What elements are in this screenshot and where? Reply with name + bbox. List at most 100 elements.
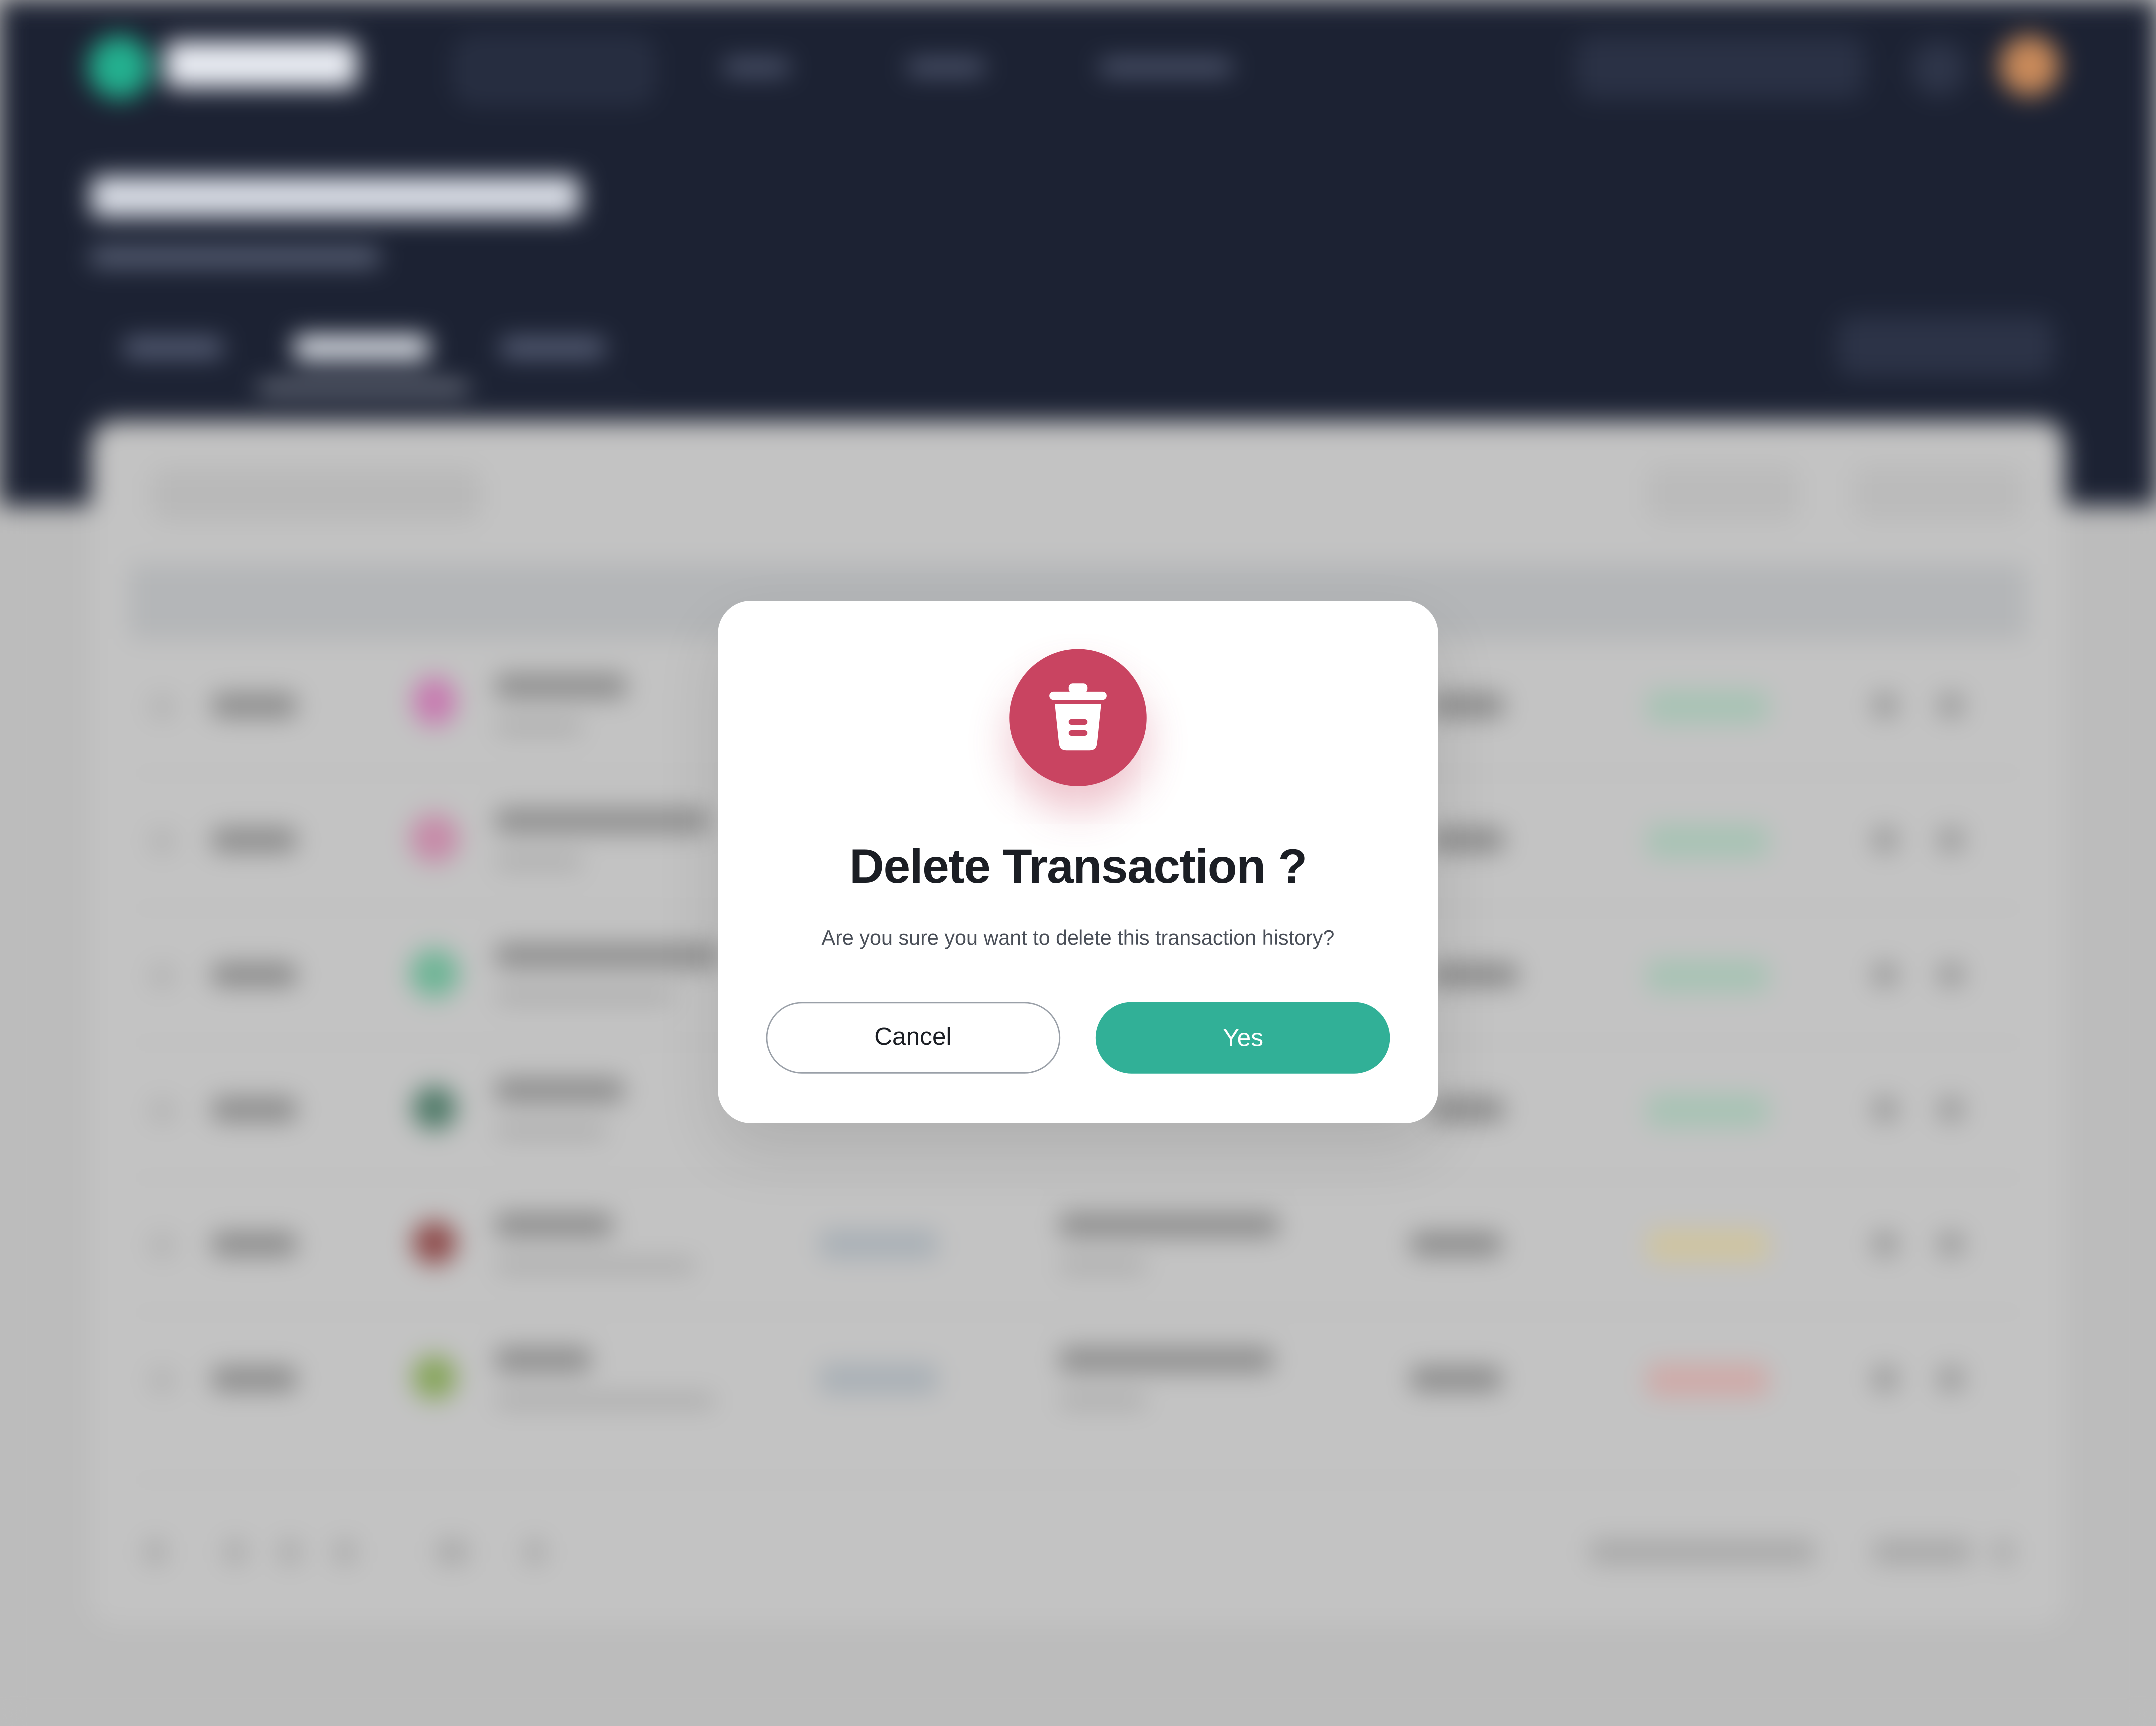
row-checkbox[interactable]: [148, 1366, 176, 1394]
row-checkbox[interactable]: [148, 962, 176, 990]
edit-icon[interactable]: [1873, 693, 1898, 718]
edit-icon[interactable]: [1873, 1366, 1898, 1392]
status-badge: [1647, 960, 1769, 993]
table-cell: [212, 693, 297, 718]
trash-icon: [1049, 683, 1107, 751]
merchant-logo: [412, 1086, 457, 1130]
filter-button[interactable]: [1647, 465, 1799, 522]
delete-icon[interactable]: [1938, 1232, 1964, 1257]
row-divider: [129, 1479, 2027, 1481]
row-checkbox[interactable]: [148, 827, 176, 855]
page-title: [90, 176, 580, 218]
edit-icon[interactable]: [1873, 827, 1898, 853]
table-cell: [495, 943, 721, 968]
table-cell: [1430, 1097, 1505, 1122]
tab-active[interactable]: [294, 335, 429, 360]
row-checkbox[interactable]: [148, 1232, 176, 1259]
table-cell: [1410, 1232, 1502, 1257]
merchant-logo: [412, 1221, 457, 1265]
delete-icon[interactable]: [1938, 827, 1964, 853]
table-cell: [495, 673, 627, 699]
table-cell: [1059, 1347, 1274, 1372]
table-cell: [1430, 827, 1505, 853]
edit-icon[interactable]: [1873, 1232, 1898, 1257]
status-badge: [1647, 825, 1769, 858]
delete-icon[interactable]: [1938, 693, 1964, 718]
tab[interactable]: [123, 338, 223, 358]
pagination-prev[interactable]: [146, 1539, 165, 1565]
chevron-down-icon[interactable]: [1993, 1539, 2013, 1565]
merchant-logo: [410, 949, 460, 998]
dialog-message: Are you sure you want to delete this tra…: [821, 926, 1335, 950]
row-divider: [129, 1177, 2027, 1179]
table-cell: [1410, 1366, 1502, 1392]
delete-icon[interactable]: [1938, 962, 1964, 987]
table-cell: [495, 1394, 715, 1408]
row-checkbox[interactable]: [148, 693, 176, 721]
table-cell: [495, 1124, 608, 1139]
table-cell: [212, 827, 297, 853]
merchant-logo: [412, 1355, 457, 1400]
breadcrumb: [90, 247, 380, 267]
table-cell: [212, 1366, 297, 1392]
table-cell: [495, 989, 674, 1004]
pagination-page[interactable]: [225, 1539, 245, 1565]
pagination-page[interactable]: [335, 1539, 355, 1565]
tabs-divider: [88, 393, 638, 395]
table-cell: [495, 1259, 696, 1273]
table-cell: [495, 1077, 624, 1103]
table-cell: [495, 855, 583, 869]
nav-item[interactable]: [907, 60, 985, 74]
table-cell: [212, 1232, 297, 1257]
table-cell: [1430, 962, 1518, 987]
table-cell: [495, 1212, 613, 1237]
rows-per-page-select[interactable]: [1873, 1539, 1972, 1565]
table-cell: [212, 962, 297, 987]
tab-indicator: [258, 385, 468, 391]
user-avatar[interactable]: [1999, 35, 2060, 96]
notification-bell-icon[interactable]: [1911, 41, 1966, 96]
table-cell: [1059, 1394, 1147, 1408]
pagination-next[interactable]: [525, 1539, 545, 1565]
status-badge: [1647, 1229, 1769, 1262]
table-cell: [1059, 1259, 1147, 1273]
nav-item[interactable]: [1100, 60, 1232, 74]
table-cell: [212, 1097, 297, 1122]
table-cell: [1059, 1212, 1279, 1237]
pagination-summary: [1589, 1539, 1815, 1565]
export-button[interactable]: [1853, 465, 2024, 522]
dialog-title: Delete Transaction ?: [849, 840, 1307, 894]
category-badge: [819, 1364, 938, 1394]
delete-icon[interactable]: [1938, 1366, 1964, 1392]
row-checkbox[interactable]: [148, 1097, 176, 1125]
row-divider: [129, 1311, 2027, 1313]
delete-transaction-dialog: Delete Transaction ? Are you sure you wa…: [718, 600, 1438, 1123]
tab[interactable]: [500, 338, 605, 358]
nav-item[interactable]: [723, 60, 790, 74]
table-cell: [495, 1347, 591, 1372]
delete-icon[interactable]: [1938, 1097, 1964, 1122]
screen: Delete Transaction ? Are you sure you wa…: [0, 0, 2156, 1726]
pagination-page[interactable]: [280, 1539, 300, 1565]
table-search-input[interactable]: [151, 467, 482, 522]
merchant-logo: [412, 676, 457, 726]
nav-item-active[interactable]: [456, 38, 652, 102]
confirm-delete-button[interactable]: Yes: [1095, 1002, 1390, 1074]
table-cell: [1430, 693, 1505, 718]
edit-icon[interactable]: [1873, 1097, 1898, 1122]
merchant-logo: [410, 814, 460, 864]
cancel-button[interactable]: Cancel: [766, 1002, 1061, 1074]
pagination-page[interactable]: [437, 1539, 468, 1565]
global-search-input[interactable]: [1576, 35, 1865, 99]
table-cell: [495, 720, 583, 735]
status-badge: [1647, 1094, 1769, 1128]
header-action-button[interactable]: [1837, 316, 2055, 377]
edit-icon[interactable]: [1873, 962, 1898, 987]
table-cell: [495, 808, 710, 833]
delete-icon-badge: [1009, 649, 1147, 786]
status-badge: [1647, 690, 1769, 724]
status-badge: [1647, 1364, 1769, 1397]
app-logo-icon: [88, 35, 152, 99]
category-badge: [819, 1229, 938, 1259]
app-logo-text: [165, 41, 358, 88]
